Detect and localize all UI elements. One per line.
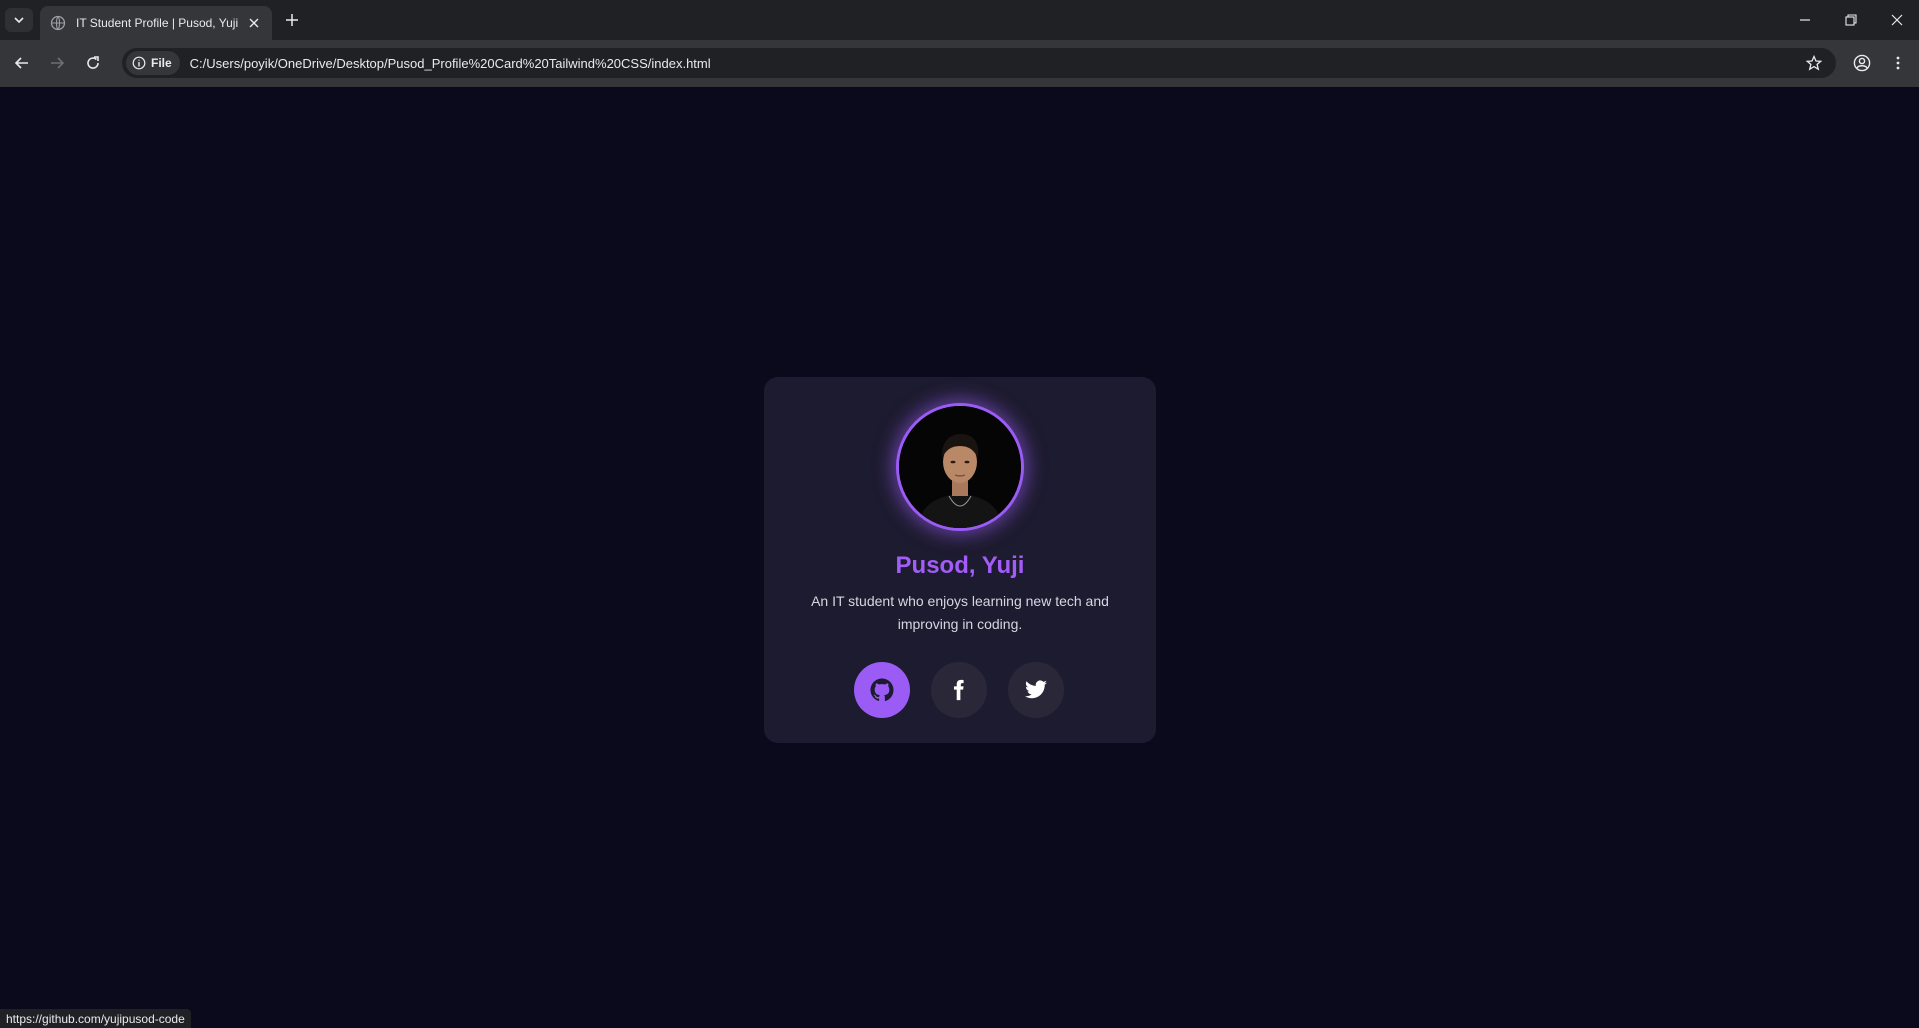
address-bar[interactable]: File C:/Users/poyik/OneDrive/Desktop/Pus… [122, 48, 1836, 78]
close-icon [249, 18, 259, 28]
tab-search-button[interactable] [5, 8, 33, 32]
menu-button[interactable] [1886, 51, 1910, 75]
profile-name: Pusod, Yuji [895, 552, 1025, 579]
url-text: C:/Users/poyik/OneDrive/Desktop/Pusod_Pr… [189, 55, 711, 71]
back-button[interactable] [10, 51, 34, 75]
close-icon [1891, 14, 1903, 26]
chevron-down-icon [14, 17, 24, 24]
twitter-icon [1025, 680, 1047, 699]
browser-toolbar: File C:/Users/poyik/OneDrive/Desktop/Pus… [0, 40, 1919, 87]
globe-icon [50, 15, 66, 31]
minimize-icon [1800, 19, 1810, 21]
star-icon [1806, 55, 1822, 71]
plus-icon [286, 14, 298, 26]
new-tab-button[interactable] [282, 10, 302, 30]
site-info-label: File [151, 56, 172, 70]
account-circle-icon [1853, 54, 1871, 72]
facebook-icon [953, 679, 964, 701]
info-icon [132, 56, 146, 70]
bookmark-button[interactable] [1802, 51, 1826, 75]
tab-active[interactable]: IT Student Profile | Pusod, Yuji [40, 6, 272, 40]
twitter-link[interactable] [1008, 662, 1064, 718]
minimize-button[interactable] [1793, 8, 1817, 32]
github-link[interactable] [854, 662, 910, 718]
restore-button[interactable] [1839, 8, 1863, 32]
close-window-button[interactable] [1885, 8, 1909, 32]
more-vertical-icon [1896, 56, 1900, 70]
avatar [896, 403, 1024, 531]
page-viewport: Pusod, Yuji An IT student who enjoys lea… [0, 87, 1919, 1028]
browser-tab-strip: IT Student Profile | Pusod, Yuji [0, 0, 1919, 40]
status-bar-url: https://github.com/yujipusod-code [0, 1009, 191, 1028]
arrow-right-icon [51, 57, 65, 69]
tab-close-button[interactable] [246, 15, 262, 31]
forward-button[interactable] [45, 51, 69, 75]
restore-icon [1845, 14, 1857, 26]
arrow-left-icon [14, 57, 28, 69]
tab-title: IT Student Profile | Pusod, Yuji [76, 16, 239, 30]
site-info-chip[interactable]: File [126, 51, 180, 75]
profile-photo [899, 406, 1021, 528]
facebook-link[interactable] [931, 662, 987, 718]
reload-button[interactable] [81, 51, 105, 75]
github-icon [870, 678, 894, 702]
profile-bio: An IT student who enjoys learning new te… [811, 593, 1109, 632]
profile-button[interactable] [1850, 51, 1874, 75]
profile-card: Pusod, Yuji An IT student who enjoys lea… [764, 377, 1156, 743]
reload-icon [87, 56, 99, 69]
